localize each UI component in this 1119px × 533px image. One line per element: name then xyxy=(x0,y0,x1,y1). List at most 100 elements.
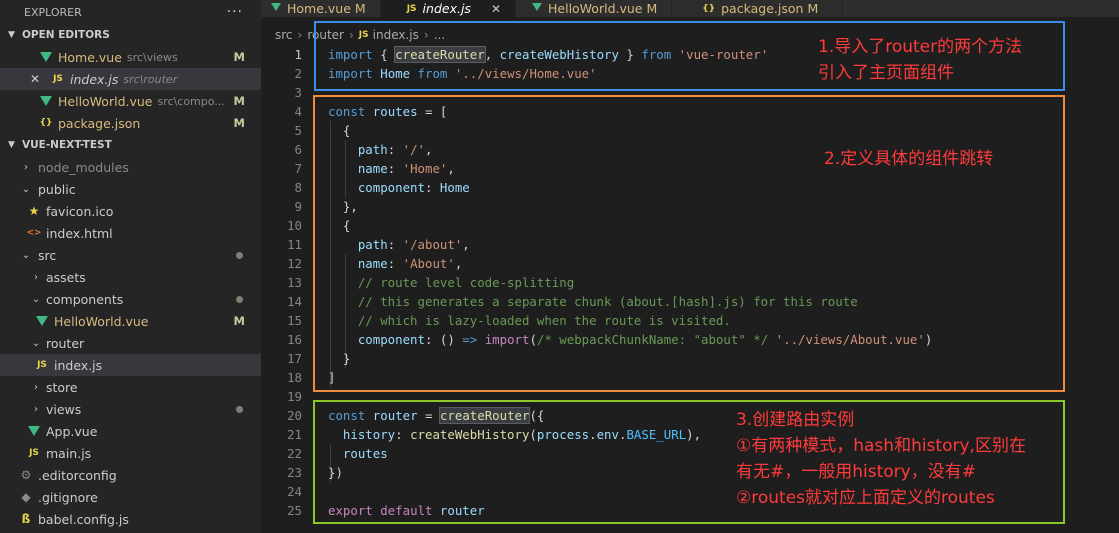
tree-src[interactable]: ⌄ src xyxy=(0,244,261,266)
code-token: } xyxy=(328,351,351,366)
tree-gitignore[interactable]: ◆ .gitignore xyxy=(0,486,261,508)
folder-name: assets xyxy=(46,269,86,285)
more-actions-icon[interactable]: ··· xyxy=(227,4,243,20)
code-token: : xyxy=(424,180,440,195)
tree-node-modules[interactable]: › node_modules xyxy=(0,156,261,178)
project-header[interactable]: ▼ VUE-NEXT-TEST xyxy=(0,134,261,156)
tree-components[interactable]: ⌄ components xyxy=(0,288,261,310)
chevron-right-icon: › xyxy=(34,403,38,415)
file-name: .editorconfig xyxy=(38,467,117,483)
annotation-note-imports: 1.导入了router的两个方法 引入了主页面组件 xyxy=(818,34,1022,86)
file-path: src\router xyxy=(123,72,178,86)
tree-main-js[interactable]: JS main.js xyxy=(0,442,261,464)
folder-name: src xyxy=(38,247,57,263)
code-line[interactable]: 11 path: '/about', xyxy=(261,235,1119,254)
code-token: const xyxy=(328,408,366,423)
close-icon[interactable]: ✕ xyxy=(30,72,44,86)
code-token: : xyxy=(387,237,403,252)
tree-favicon[interactable]: ★ favicon.ico xyxy=(0,200,261,222)
code-token: }, xyxy=(328,199,358,214)
tree-helloworld-vue[interactable]: HelloWorld.vue M xyxy=(0,310,261,332)
code-token: import xyxy=(328,47,373,62)
breadcrumb-item[interactable]: index.js xyxy=(373,28,419,42)
tab-label: Home.vue xyxy=(287,1,351,16)
breadcrumb-item[interactable]: ... xyxy=(434,28,445,42)
line-number: 2 xyxy=(294,66,302,81)
code-line[interactable]: 8 component: Home xyxy=(261,178,1119,197)
tab-package-json[interactable]: {} package.json M xyxy=(672,0,844,17)
code-line[interactable]: 17 } xyxy=(261,349,1119,368)
tree-assets[interactable]: › assets xyxy=(0,266,261,288)
breadcrumb-item[interactable]: src xyxy=(275,28,293,42)
star-icon: ★ xyxy=(28,204,40,218)
code-line[interactable]: 10 { xyxy=(261,216,1119,235)
line-number: 7 xyxy=(294,161,302,176)
code-token: from xyxy=(417,66,448,81)
chevron-down-icon: ⌄ xyxy=(31,337,41,349)
code-token: { xyxy=(328,123,351,138)
tree-public[interactable]: ⌄ public xyxy=(0,178,261,200)
tab-helloworld-vue[interactable]: HelloWorld.vue M xyxy=(516,0,673,17)
annotation-note-router-instance: 3.创建路由实例 ①有两种模式，hash和history,区别在 有无#，一般用… xyxy=(736,407,1026,511)
code-line[interactable]: 14 // this generates a separate chunk (a… xyxy=(261,292,1119,311)
code-line[interactable]: 4 const routes = [ xyxy=(261,102,1119,121)
line-number: 14 xyxy=(287,294,302,309)
code-text: component: () => import(/* webpackChunkN… xyxy=(328,330,932,349)
line-number: 21 xyxy=(287,427,302,442)
tree-index-js[interactable]: JS index.js xyxy=(0,354,261,376)
folder-name: router xyxy=(46,335,85,351)
open-editor-index-js[interactable]: ✕ JS index.js src\router xyxy=(0,68,261,90)
code-line[interactable]: 15 // which is lazy-loaded when the rout… xyxy=(261,311,1119,330)
code-line[interactable]: 18] xyxy=(261,368,1119,387)
tree-views[interactable]: › views xyxy=(0,398,261,420)
tree-index-html[interactable]: <> index.html xyxy=(0,222,261,244)
code-text: component: Home xyxy=(328,178,470,197)
code-token: export xyxy=(328,503,373,518)
chevron-down-icon: ▼ xyxy=(8,30,15,40)
code-token: { xyxy=(372,47,396,62)
js-icon: JS xyxy=(358,30,369,40)
code-line[interactable]: 13 // route level code-splitting xyxy=(261,273,1119,292)
code-token: component xyxy=(357,180,425,195)
code-line[interactable]: 12 name: 'About', xyxy=(261,254,1119,273)
code-token: '../views/Home.vue' xyxy=(454,66,597,81)
explorer-title: EXPLORER xyxy=(24,5,82,19)
code-text: { xyxy=(328,121,350,140)
code-text: // which is lazy-loaded when the route i… xyxy=(328,311,731,330)
tree-store[interactable]: › store xyxy=(0,376,261,398)
tree-babel-config[interactable]: ß babel.config.js xyxy=(0,508,261,530)
code-token: , xyxy=(447,161,455,176)
code-line[interactable]: 16 component: () => import(/* webpackChu… xyxy=(261,330,1119,349)
open-editor-helloworld-vue[interactable]: HelloWorld.vue src\compo... M xyxy=(0,90,261,112)
open-editor-home-vue[interactable]: Home.vue src\views M xyxy=(0,46,261,68)
breadcrumb-item[interactable]: router xyxy=(307,28,344,42)
code-token: Home xyxy=(439,180,470,195)
code-token: '/about' xyxy=(402,237,463,252)
code-line[interactable]: 5 { xyxy=(261,121,1119,140)
modified-badge: M xyxy=(807,1,819,16)
open-editors-header[interactable]: ▼ OPEN EDITORS xyxy=(0,24,261,46)
folder-name: public xyxy=(38,181,76,197)
modified-dot xyxy=(236,295,243,303)
code-token: router xyxy=(372,408,418,423)
tree-editorconfig[interactable]: ⚙ .editorconfig xyxy=(0,464,261,486)
close-icon[interactable]: ✕ xyxy=(491,2,501,16)
line-number: 25 xyxy=(287,503,302,518)
code-line[interactable]: 9 }, xyxy=(261,197,1119,216)
tree-router[interactable]: ⌄ router xyxy=(0,332,261,354)
tab-index-js[interactable]: JS index.js ✕ xyxy=(380,0,516,17)
line-number: 20 xyxy=(287,408,302,423)
tree-app-vue[interactable]: App.vue xyxy=(0,420,261,442)
file-name: Home.vue xyxy=(58,49,122,65)
code-token: // this generates a separate chunk (abou… xyxy=(357,294,858,309)
tab-home-vue[interactable]: Home.vue M xyxy=(261,0,381,17)
file-name: index.js xyxy=(70,71,119,87)
open-editor-package-json[interactable]: {} package.json M xyxy=(0,112,261,134)
code-line[interactable]: 19 xyxy=(261,387,1119,406)
